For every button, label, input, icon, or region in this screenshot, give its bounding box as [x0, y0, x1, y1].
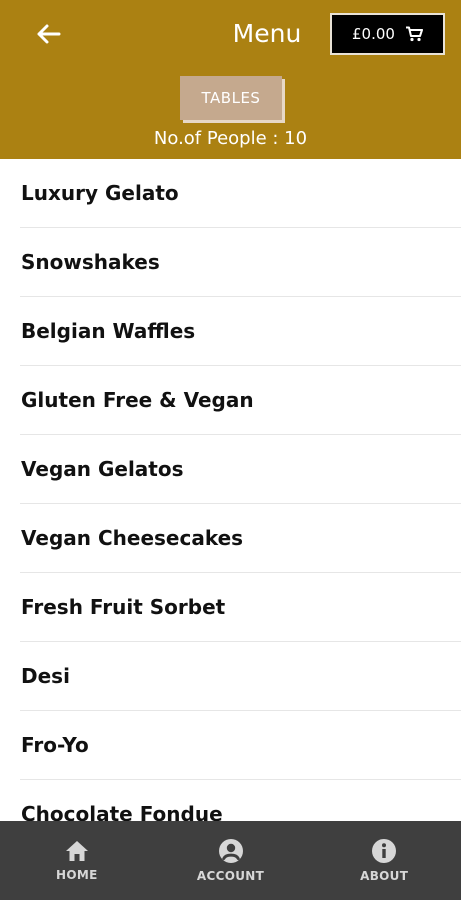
menu-item-vegan-gelatos[interactable]: Vegan Gelatos — [20, 435, 461, 504]
people-count: No.of People : 10 — [153, 128, 308, 149]
menu-item-desi[interactable]: Desi — [20, 642, 461, 711]
account-icon — [218, 839, 243, 863]
arrow-left-icon — [37, 24, 61, 44]
menu-item-fresh-fruit-sorbet[interactable]: Fresh Fruit Sorbet — [20, 573, 461, 642]
nav-item-about[interactable]: ABOUT — [307, 821, 461, 900]
cart-button[interactable]: £0.00 — [330, 13, 445, 55]
nav-item-home[interactable]: HOME — [0, 821, 154, 900]
menu-item-label: Snowshakes — [21, 250, 160, 274]
menu-item-gluten-free-vegan[interactable]: Gluten Free & Vegan — [20, 366, 461, 435]
cart-icon — [405, 26, 423, 42]
menu-item-label: Fro-Yo — [21, 733, 89, 757]
menu-item-belgian-waffles[interactable]: Belgian Waffles — [20, 297, 461, 366]
home-icon — [65, 841, 88, 861]
menu-item-label: Fresh Fruit Sorbet — [21, 595, 226, 619]
bottom-navigation: HOME ACCOUNT ABOUT — [0, 821, 461, 900]
menu-category-list: Luxury Gelato Snowshakes Belgian Waffles… — [0, 159, 461, 849]
menu-item-label: Gluten Free & Vegan — [21, 388, 254, 412]
menu-item-vegan-cheesecakes[interactable]: Vegan Cheesecakes — [20, 504, 461, 573]
cart-total: £0.00 — [352, 25, 395, 43]
nav-item-account[interactable]: ACCOUNT — [154, 821, 308, 900]
nav-label-home: HOME — [56, 868, 98, 882]
menu-item-fro-yo[interactable]: Fro-Yo — [20, 711, 461, 780]
tables-button[interactable]: TABLES — [180, 76, 282, 120]
app-header: Menu £0.00 TABLES No.of People : 10 — [0, 0, 461, 159]
menu-item-label: Vegan Gelatos — [21, 457, 184, 481]
nav-label-account: ACCOUNT — [196, 869, 265, 883]
menu-item-snowshakes[interactable]: Snowshakes — [20, 228, 461, 297]
info-icon — [372, 839, 397, 863]
back-button[interactable] — [30, 18, 66, 50]
menu-item-label: Desi — [21, 664, 70, 688]
menu-item-label: Vegan Cheesecakes — [21, 526, 244, 550]
menu-item-label: Luxury Gelato — [21, 181, 179, 205]
menu-item-luxury-gelato[interactable]: Luxury Gelato — [20, 159, 461, 228]
nav-label-about: ABOUT — [360, 869, 409, 883]
page-title: Menu — [232, 19, 302, 48]
menu-item-label: Belgian Waffles — [21, 319, 196, 343]
